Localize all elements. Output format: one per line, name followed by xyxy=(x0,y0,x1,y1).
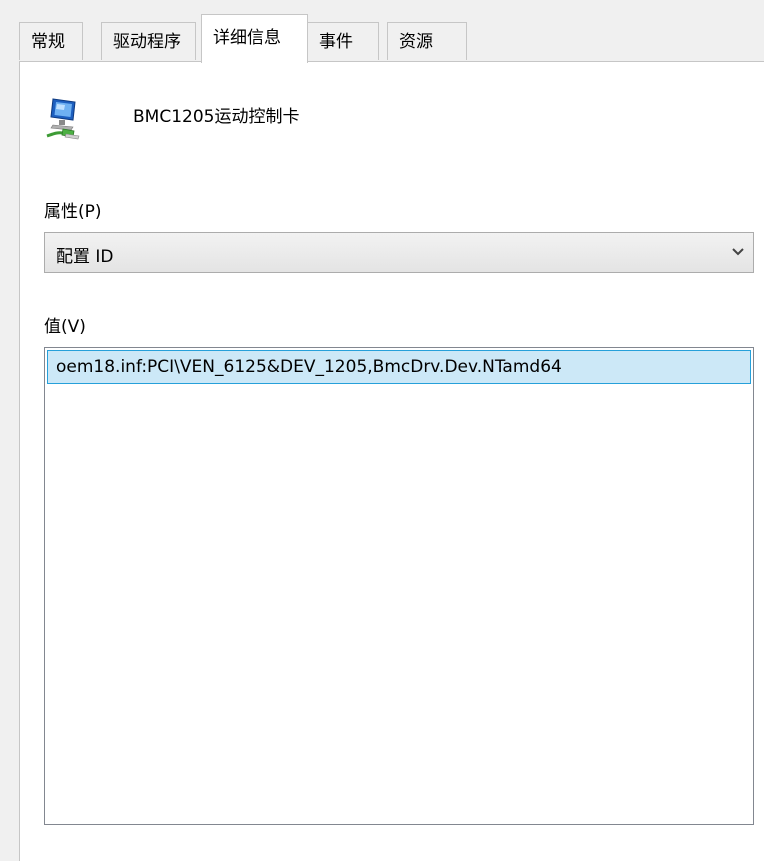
network-adapter-icon xyxy=(46,98,80,140)
list-item[interactable]: oem18.inf:PCI\VEN_6125&DEV_1205,BmcDrv.D… xyxy=(47,350,751,384)
value-listbox[interactable]: oem18.inf:PCI\VEN_6125&DEV_1205,BmcDrv.D… xyxy=(44,347,754,825)
tab-strip: 常规 驱动程序 详细信息 事件 资源 xyxy=(19,0,764,63)
tab-driver[interactable]: 驱动程序 xyxy=(101,22,196,60)
device-name: BMC1205运动控制卡 xyxy=(133,107,300,127)
tab-resources-label: 资源 xyxy=(399,32,433,52)
tab-general[interactable]: 常规 xyxy=(19,22,83,60)
tab-events[interactable]: 事件 xyxy=(307,22,379,60)
property-selected-value: 配置 ID xyxy=(56,247,114,267)
tab-general-label: 常规 xyxy=(31,32,65,52)
chevron-down-icon xyxy=(732,248,744,256)
property-label: 属性(P) xyxy=(44,202,102,222)
details-panel: BMC1205运动控制卡 属性(P) 配置 ID 值(V) oem18.inf:… xyxy=(19,61,764,861)
tab-events-label: 事件 xyxy=(319,32,353,52)
value-label: 值(V) xyxy=(44,317,86,337)
tab-details-label: 详细信息 xyxy=(213,28,281,48)
tab-details[interactable]: 详细信息 xyxy=(201,14,308,63)
property-dropdown[interactable]: 配置 ID xyxy=(44,232,754,273)
tab-resources[interactable]: 资源 xyxy=(387,22,467,60)
tab-driver-label: 驱动程序 xyxy=(113,32,181,52)
